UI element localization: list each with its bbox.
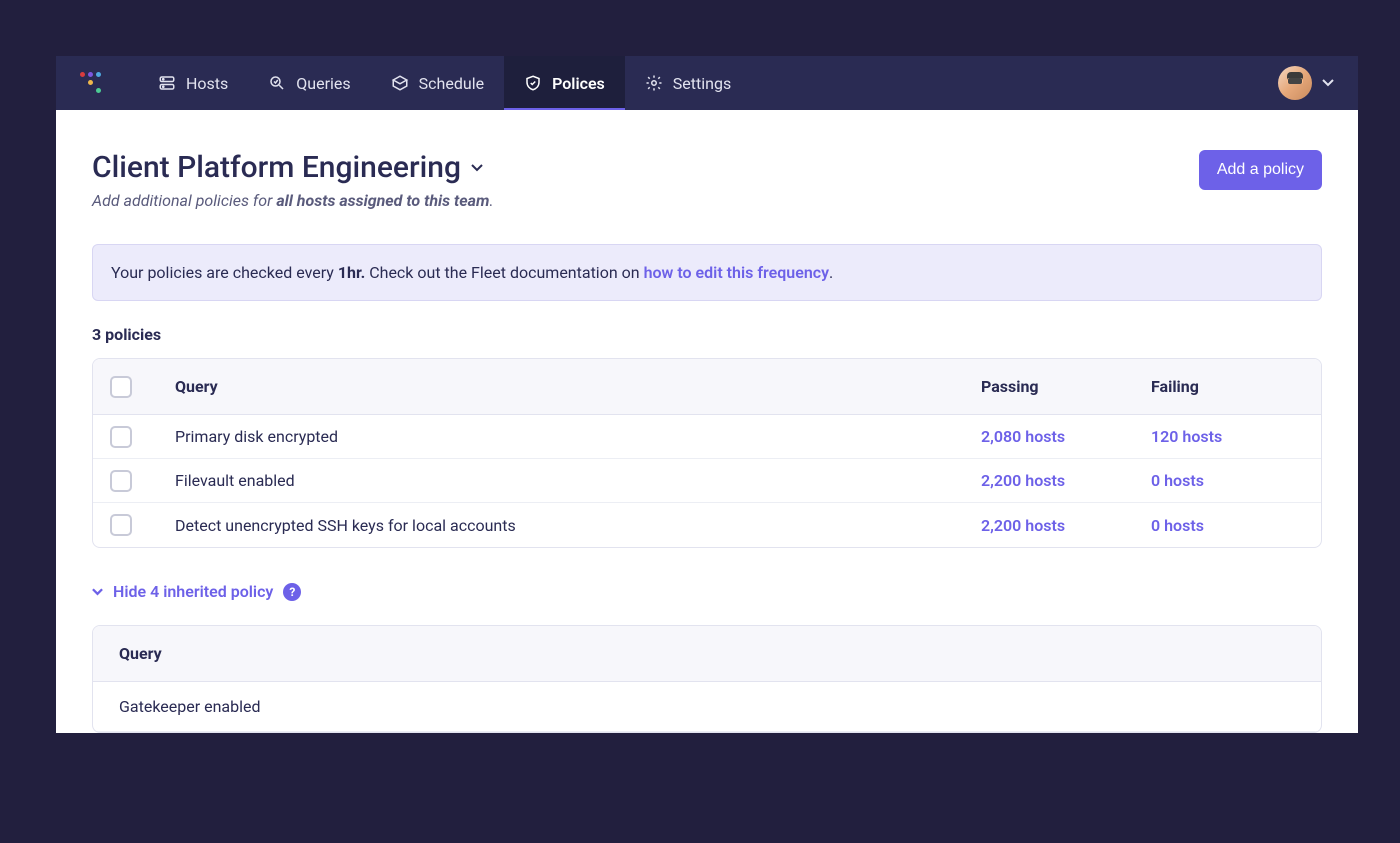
nav-schedule[interactable]: Schedule xyxy=(371,56,504,110)
top-navbar: Hosts Queries Schedule xyxy=(56,56,1358,110)
gear-icon xyxy=(645,74,663,92)
chevron-down-icon xyxy=(471,164,483,172)
passing-count[interactable]: 2,200 hosts xyxy=(981,471,1151,490)
nav-settings[interactable]: Settings xyxy=(625,56,751,110)
col-failing: Failing xyxy=(1151,377,1321,396)
app-logo xyxy=(80,72,106,94)
inherited-col-query: Query xyxy=(93,626,1321,682)
table-row: Filevault enabled2,200 hosts0 hosts xyxy=(93,459,1321,503)
chevron-down-icon xyxy=(92,588,103,596)
queries-icon xyxy=(268,74,286,92)
policy-name[interactable]: Filevault enabled xyxy=(149,471,981,490)
col-passing: Passing xyxy=(981,377,1151,396)
nav-hosts[interactable]: Hosts xyxy=(138,56,248,110)
add-policy-button[interactable]: Add a policy xyxy=(1199,150,1322,190)
nav-label: Settings xyxy=(673,74,731,93)
select-all-checkbox[interactable] xyxy=(110,376,132,398)
table-header: Query Passing Failing xyxy=(93,359,1321,415)
inherited-toggle[interactable]: Hide 4 inherited policy ? xyxy=(92,582,1322,601)
inherited-label: Hide 4 inherited policy xyxy=(113,582,273,601)
hosts-icon xyxy=(158,74,176,92)
nav-label: Schedule xyxy=(419,74,484,93)
row-checkbox[interactable] xyxy=(110,426,132,448)
policy-name[interactable]: Primary disk encrypted xyxy=(149,427,981,446)
col-query: Query xyxy=(149,377,981,396)
policies-count: 3 policies xyxy=(92,325,1322,344)
avatar xyxy=(1278,66,1312,100)
chevron-down-icon xyxy=(1322,79,1334,87)
shield-icon xyxy=(524,74,542,92)
policy-name[interactable]: Detect unencrypted SSH keys for local ac… xyxy=(149,516,981,535)
row-checkbox[interactable] xyxy=(110,514,132,536)
row-checkbox[interactable] xyxy=(110,470,132,492)
help-icon[interactable]: ? xyxy=(283,583,301,601)
user-menu[interactable] xyxy=(1278,66,1334,100)
policies-table: Query Passing Failing Primary disk encry… xyxy=(92,358,1322,548)
doc-link[interactable]: how to edit this frequency xyxy=(644,263,829,282)
schedule-icon xyxy=(391,74,409,92)
page-subtitle: Add additional policies for all hosts as… xyxy=(92,191,494,210)
page-title: Client Platform Engineering xyxy=(92,150,461,185)
nav-label: Queries xyxy=(296,74,350,93)
failing-count[interactable]: 0 hosts xyxy=(1151,471,1321,490)
nav-label: Hosts xyxy=(186,74,228,93)
table-row: Gatekeeper enabled xyxy=(93,682,1321,732)
failing-count[interactable]: 120 hosts xyxy=(1151,427,1321,446)
nav-policies[interactable]: Polices xyxy=(504,56,625,110)
team-dropdown[interactable]: Client Platform Engineering xyxy=(92,150,494,185)
table-row: Detect unencrypted SSH keys for local ac… xyxy=(93,503,1321,547)
failing-count[interactable]: 0 hosts xyxy=(1151,516,1321,535)
nav-queries[interactable]: Queries xyxy=(248,56,370,110)
passing-count[interactable]: 2,200 hosts xyxy=(981,516,1151,535)
policy-name[interactable]: Gatekeeper enabled xyxy=(119,697,261,716)
inherited-table: Query Gatekeeper enabled xyxy=(92,625,1322,733)
info-banner: Your policies are checked every 1hr. Che… xyxy=(92,244,1322,301)
table-row: Primary disk encrypted2,080 hosts120 hos… xyxy=(93,415,1321,459)
passing-count[interactable]: 2,080 hosts xyxy=(981,427,1151,446)
nav-label: Polices xyxy=(552,74,605,93)
